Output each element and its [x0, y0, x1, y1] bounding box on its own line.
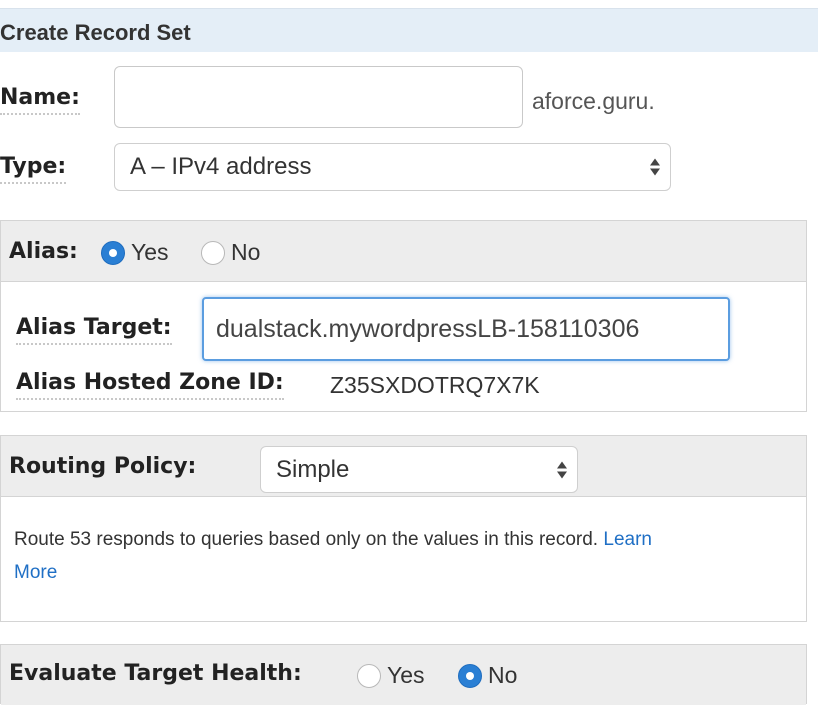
type-select-value: A – IPv4 address — [130, 153, 312, 180]
routing-description: Route 53 responds to queries based only … — [14, 523, 804, 589]
routing-label: Routing Policy: — [9, 454, 197, 479]
radio-unselected-icon — [201, 240, 225, 265]
health-yes-label: Yes — [387, 662, 425, 688]
radio-selected-icon — [101, 240, 125, 265]
health-panel: Evaluate Target Health: Yes No — [0, 644, 807, 705]
health-label: Evaluate Target Health: — [9, 661, 302, 686]
routing-select[interactable]: Simple — [260, 446, 578, 493]
type-select[interactable]: A – IPv4 address — [114, 143, 671, 191]
routing-description-text: Route 53 responds to queries based only … — [14, 529, 599, 550]
alias-zone-value: Z35SXDOTRQ7X7K — [330, 372, 540, 398]
form-title: Create Record Set — [0, 20, 191, 45]
alias-no-label: No — [231, 239, 261, 265]
health-no-radio[interactable]: No — [458, 662, 517, 689]
name-label: Name: — [0, 85, 80, 115]
alias-yes-radio[interactable]: Yes — [101, 239, 169, 266]
alias-yes-label: Yes — [131, 239, 169, 265]
health-bar: Evaluate Target Health: Yes No — [1, 645, 806, 705]
health-yes-radio[interactable]: Yes — [357, 662, 425, 689]
select-arrows-icon — [650, 158, 660, 176]
alias-target-label: Alias Target: — [16, 315, 172, 345]
name-input[interactable] — [114, 66, 523, 128]
radio-unselected-icon — [357, 663, 381, 688]
form-header: Create Record Set — [0, 8, 818, 52]
health-no-label: No — [488, 662, 518, 688]
alias-no-radio[interactable]: No — [201, 239, 260, 266]
radio-selected-icon — [458, 663, 482, 688]
alias-zone-label: Alias Hosted Zone ID: — [16, 370, 284, 400]
routing-select-value: Simple — [276, 455, 350, 483]
alias-bar: Alias: Yes No — [1, 221, 806, 282]
type-label: Type: — [0, 154, 67, 184]
select-arrows-icon — [557, 461, 567, 478]
alias-target-input[interactable] — [202, 297, 730, 361]
domain-suffix: aforce.guru. — [532, 88, 655, 114]
alias-label: Alias: — [9, 239, 78, 264]
